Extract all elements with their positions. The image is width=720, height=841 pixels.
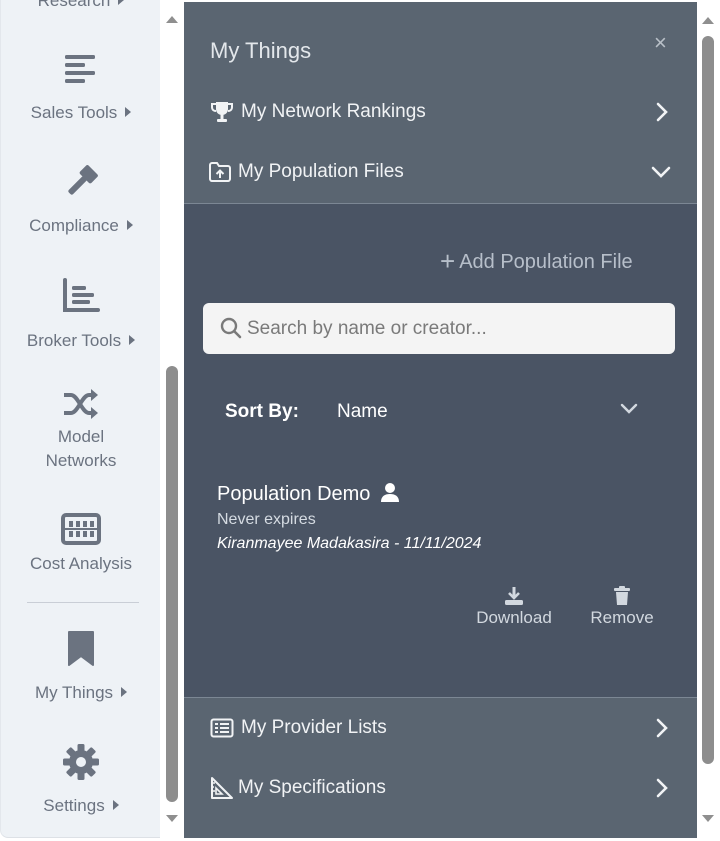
sidebar-item-cost-analysis[interactable]: Cost Analysis	[1, 513, 160, 576]
download-label: Download	[476, 608, 552, 627]
my-things-panel: My Things × My Network Rankings My Popul…	[184, 2, 697, 838]
chevron-right-icon	[656, 778, 668, 798]
section-my-population-files[interactable]: My Population Files	[184, 142, 697, 202]
gear-icon	[63, 744, 99, 780]
sidebar-item-label: Sales Tools	[30, 103, 118, 122]
scroll-up-arrow-icon[interactable]	[166, 16, 178, 23]
search-box	[203, 303, 675, 354]
remove-button[interactable]: Remove	[584, 586, 660, 628]
caret-right-icon	[125, 107, 132, 117]
caret-right-icon	[118, 0, 125, 5]
sidebar-item-label: Compliance	[29, 216, 119, 235]
download-button[interactable]: Download	[474, 586, 554, 628]
caret-right-icon	[121, 687, 128, 697]
section-label: My Provider Lists	[241, 717, 387, 738]
align-left-icon	[65, 55, 95, 83]
plus-icon: +	[440, 246, 456, 276]
section-label: My Specifications	[238, 777, 386, 798]
folder-upload-icon	[209, 162, 231, 182]
sidebar-item-label: Broker Tools	[26, 331, 122, 350]
section-label: My Population Files	[238, 161, 404, 182]
add-population-file-label: Add Population File	[459, 251, 633, 273]
shuffle-icon	[64, 389, 98, 419]
caret-right-icon	[112, 800, 119, 810]
chevron-down-icon	[620, 403, 638, 414]
panel-scrollbar[interactable]	[697, 0, 720, 838]
sort-by-label: Sort By:	[225, 401, 299, 422]
trophy-icon	[211, 102, 233, 122]
section-my-network-rankings[interactable]: My Network Rankings	[184, 82, 697, 142]
remove-label: Remove	[590, 608, 654, 627]
scroll-down-arrow-icon[interactable]	[702, 815, 714, 822]
sidebar-item-label: Model	[57, 427, 105, 446]
close-button[interactable]: ×	[654, 30, 667, 56]
ruler-triangle-icon	[211, 777, 233, 799]
sort-by-select[interactable]: Name	[334, 391, 644, 431]
chevron-right-icon	[656, 718, 668, 738]
caret-right-icon	[126, 220, 133, 230]
section-label: My Network Rankings	[241, 101, 426, 122]
list-icon	[210, 718, 234, 738]
scrollbar-thumb[interactable]	[166, 366, 178, 802]
population-files-content: +Add Population File Sort By: Name Popul…	[184, 203, 697, 698]
sidebar-item-label: Research	[37, 0, 111, 10]
search-input[interactable]	[247, 303, 657, 354]
sort-by-value: Name	[337, 401, 388, 422]
search-icon	[220, 317, 242, 339]
chevron-down-icon	[651, 166, 671, 178]
trash-icon	[614, 586, 630, 605]
sidebar-item-research[interactable]: Research	[1, 0, 160, 13]
sidebar: Research Sales Tools Compliance Broker T…	[0, 0, 160, 838]
sidebar-item-label-line2: Networks	[45, 451, 117, 470]
caret-right-icon	[129, 335, 136, 345]
file-meta: Kiranmayee Madakasira - 11/11/2024	[217, 535, 482, 552]
file-expiry: Never expires	[217, 511, 316, 528]
bookmark-icon	[68, 631, 94, 666]
download-icon	[505, 587, 523, 605]
sidebar-item-my-things[interactable]: My Things	[1, 629, 160, 705]
sidebar-item-settings[interactable]: Settings	[1, 743, 160, 818]
sidebar-item-label: Cost Analysis	[29, 554, 133, 573]
scroll-down-arrow-icon[interactable]	[166, 815, 178, 822]
sidebar-item-label: My Things	[34, 683, 114, 702]
scroll-up-arrow-icon[interactable]	[702, 17, 714, 24]
app-frame: Research Sales Tools Compliance Broker T…	[0, 0, 720, 841]
scrollbar-thumb[interactable]	[702, 36, 714, 764]
panel-title: My Things	[210, 38, 312, 63]
chevron-right-icon	[656, 102, 668, 122]
sidebar-scrollbar[interactable]	[160, 0, 184, 838]
section-my-provider-lists[interactable]: My Provider Lists	[184, 698, 697, 758]
section-my-specifications[interactable]: My Specifications	[184, 758, 697, 818]
sidebar-item-model-networks[interactable]: Model Networks	[1, 387, 160, 473]
abacus-icon	[61, 513, 101, 545]
file-name: Population Demo	[217, 483, 371, 505]
bar-chart-icon	[63, 278, 100, 312]
sidebar-item-compliance[interactable]: Compliance	[1, 163, 160, 238]
sidebar-item-broker-tools[interactable]: Broker Tools	[1, 278, 160, 353]
user-icon	[381, 483, 399, 502]
gavel-icon	[68, 165, 98, 195]
add-population-file-button[interactable]: + Add Population File	[440, 246, 633, 277]
sidebar-divider	[27, 602, 139, 603]
sidebar-item-label: Settings	[43, 796, 105, 815]
sidebar-item-sales-tools[interactable]: Sales Tools	[1, 50, 160, 125]
